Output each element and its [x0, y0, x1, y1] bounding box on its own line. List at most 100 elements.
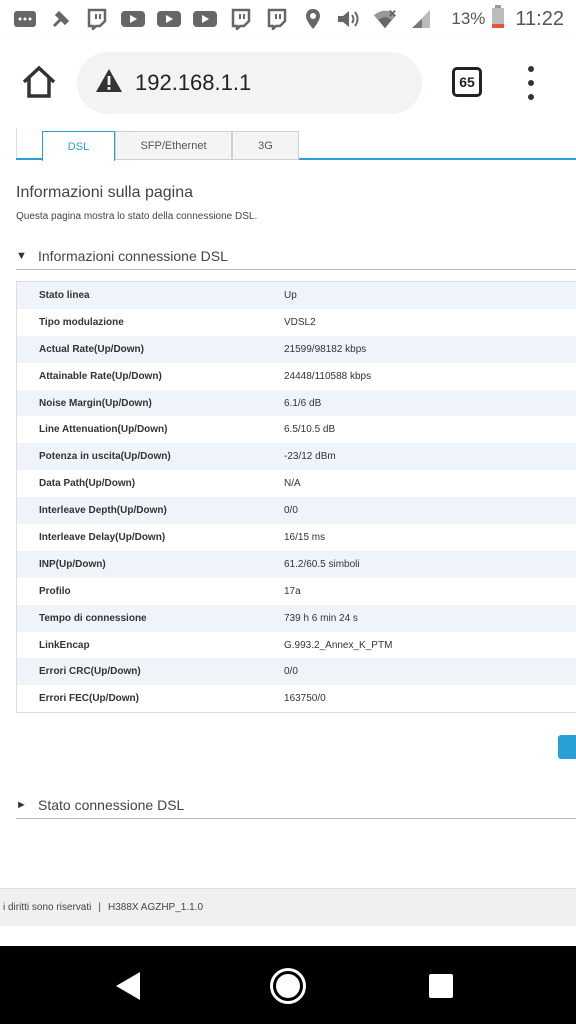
table-row: Tipo modulazione VDSL2 [17, 308, 576, 336]
table-row: LinkEncap G.993.2_Annex_K_PTM [17, 631, 576, 659]
back-icon [116, 972, 140, 1000]
signal-icon [408, 8, 434, 30]
row-value: 0/0 [284, 505, 298, 517]
tab-dsl[interactable]: DSL [42, 131, 115, 161]
warning-icon [95, 68, 123, 99]
row-label: Stato linea [39, 289, 90, 301]
table-row: Errori CRC(Up/Down) 0/0 [17, 658, 576, 686]
status-bar: 13% 11:22 [0, 0, 576, 38]
row-value: Up [284, 289, 297, 301]
tab-sfp-ethernet-label: SFP/Ethernet [140, 139, 207, 152]
row-value: 163750/0 [284, 693, 326, 705]
table-row: Profilo 17a [17, 577, 576, 605]
volume-icon [336, 8, 362, 30]
url-text: 192.168.1.1 [135, 70, 252, 95]
recent-apps-button[interactable] [429, 974, 453, 998]
location-icon [300, 8, 326, 30]
row-label: Tipo modulazione [39, 316, 124, 328]
browser-toolbar: 192.168.1.1 65 [0, 38, 576, 128]
menu-dot [528, 66, 534, 72]
table-row: Line Attenuation(Up/Down) 6.5/10.5 dB [17, 416, 576, 444]
row-label: Profilo [39, 585, 71, 597]
address-bar[interactable]: 192.168.1.1 [77, 52, 422, 114]
twitch-icon [228, 8, 254, 30]
menu-dot [528, 80, 534, 86]
tab-3g-label: 3G [258, 139, 273, 152]
row-label: LinkEncap [39, 639, 90, 651]
row-label: Interleave Depth(Up/Down) [39, 505, 167, 517]
row-label: Interleave Delay(Up/Down) [39, 531, 166, 543]
table-row: Actual Rate(Up/Down) 21599/98182 kbps [17, 335, 576, 363]
row-value: -23/12 dBm [284, 451, 336, 463]
row-label: Actual Rate(Up/Down) [39, 343, 144, 355]
tab-count: 65 [459, 74, 475, 90]
row-value: G.993.2_Annex_K_PTM [284, 639, 393, 651]
footer-rights: i diritti sono riservati [3, 902, 92, 913]
navigation-bar [0, 946, 576, 1024]
tab-3g[interactable]: 3G [232, 131, 299, 160]
section-dsl-info-header[interactable]: ▼ Informazioni connessione DSL [16, 242, 576, 270]
battery-percent: 13% [451, 9, 486, 28]
home-icon [22, 65, 56, 98]
table-row: Attainable Rate(Up/Down) 24448/110588 kbp… [17, 362, 576, 390]
row-value: 6.5/10.5 dB [284, 424, 336, 436]
section-dsl-info-title: Informazioni connessione DSL [38, 247, 228, 264]
home-button[interactable] [20, 63, 58, 101]
youtube-icon [156, 8, 182, 30]
table-row: INP(Up/Down) 61.2/60.5 simboli [17, 550, 576, 578]
row-label: Attainable Rate(Up/Down) [39, 370, 162, 382]
row-value: 0/0 [284, 666, 298, 678]
chat-icon [12, 8, 38, 30]
table-row: Data Path(Up/Down) N/A [17, 470, 576, 498]
row-label: Noise Margin(Up/Down) [39, 397, 152, 409]
row-value: 6.1/6 dB [284, 397, 322, 409]
pin-icon [48, 8, 74, 30]
table-row: Errori FEC(Up/Down) 163750/0 [17, 685, 576, 713]
row-label: INP(Up/Down) [39, 558, 106, 570]
row-value: 17a [284, 585, 301, 597]
row-value: 16/15 ms [284, 531, 326, 543]
row-label: Data Path(Up/Down) [39, 478, 136, 490]
row-label: Line Attenuation(Up/Down) [39, 424, 168, 436]
footer-firmware: H388X AGZHP_1.1.0 [107, 902, 204, 913]
notification-icons [12, 8, 434, 30]
battery-icon [491, 4, 505, 34]
status-right: 13% 11:22 [451, 4, 564, 34]
youtube-icon [192, 8, 218, 30]
home-circle-icon [276, 974, 300, 998]
row-value: 21599/98182 kbps [284, 343, 367, 355]
expand-arrow-icon: ► [16, 798, 27, 811]
twitch-icon [84, 8, 110, 30]
twitch-icon [264, 8, 290, 30]
page-title: Informazioni sulla pagina [16, 184, 193, 201]
table-row: Noise Margin(Up/Down) 6.1/6 dB [17, 389, 576, 417]
collapse-arrow-icon: ▼ [16, 249, 27, 262]
row-value: N/A [284, 478, 301, 490]
footer-separator: | [98, 902, 101, 913]
tab-sfp-ethernet[interactable]: SFP/Ethernet [115, 131, 232, 160]
page-description: Questa pagina mostra lo stato della conn… [16, 211, 258, 222]
row-label: Potenza in uscita(Up/Down) [39, 451, 171, 463]
row-label: Tempo di connessione [39, 612, 147, 624]
side-action-button[interactable] [558, 735, 576, 759]
page-footer: i diritti sono riservati | H388X AGZHP_1… [0, 888, 576, 926]
row-value: 24448/110588 kbps [284, 370, 372, 382]
table-row: Interleave Depth(Up/Down) 0/0 [17, 497, 576, 525]
section-dsl-status-title: Stato connessione DSL [38, 796, 185, 813]
back-button[interactable] [114, 971, 142, 1006]
youtube-icon [120, 8, 146, 30]
connection-tabs: DSL SFP/Ethernet 3G [16, 131, 576, 161]
table-row: Tempo di connessione 739 h 6 min 24 s [17, 604, 576, 632]
section-dsl-status-header[interactable]: ► Stato connessione DSL [16, 791, 576, 819]
row-value: 739 h 6 min 24 s [284, 612, 358, 624]
menu-dot [528, 94, 534, 100]
row-value: 61.2/60.5 simboli [284, 558, 360, 570]
table-row: Potenza in uscita(Up/Down) -23/12 dBm [17, 443, 576, 471]
home-nav-button[interactable] [270, 968, 306, 1004]
dsl-info-table: Stato linea Up Tipo modulazione VDSL2 Actual… [16, 281, 576, 714]
row-label: Errori CRC(Up/Down) [39, 666, 141, 678]
wifi-icon [372, 8, 398, 30]
web-content: DSL SFP/Ethernet 3G Informazioni sulla p… [0, 128, 576, 946]
tab-switcher-button[interactable]: 65 [452, 67, 482, 97]
overflow-menu-button[interactable] [524, 66, 538, 100]
